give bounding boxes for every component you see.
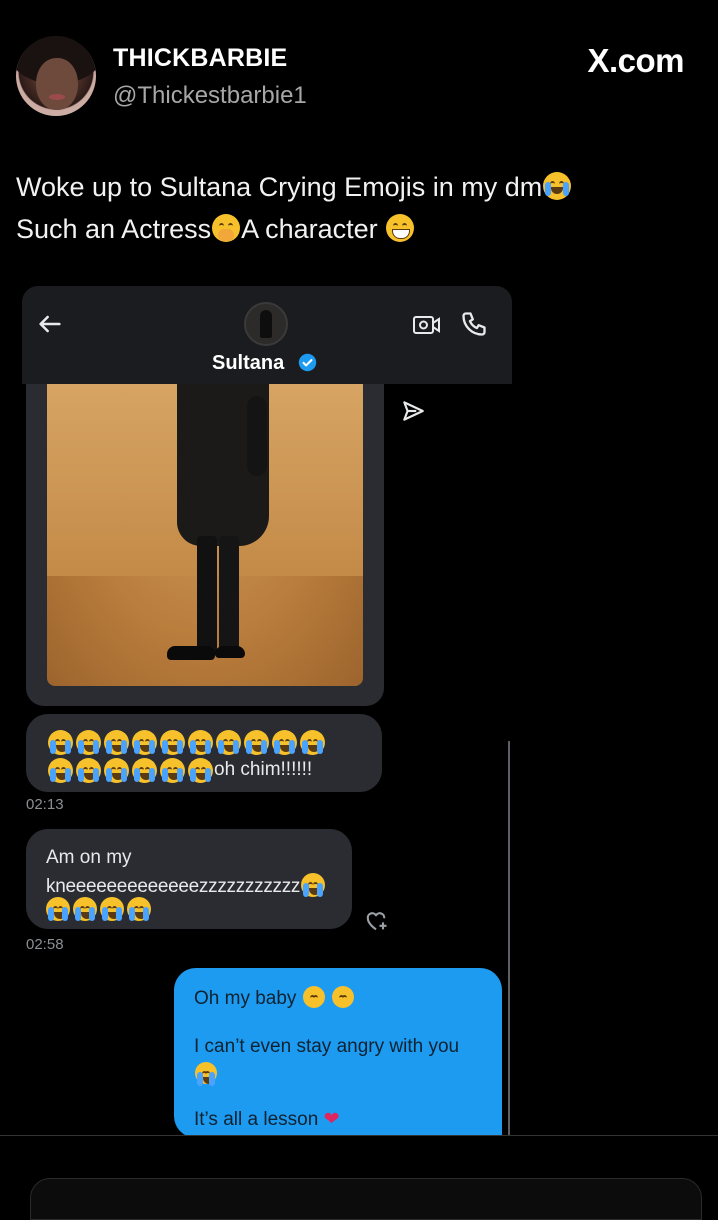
- verified-badge-icon: [298, 353, 317, 372]
- message-text: Am on my: [46, 847, 132, 868]
- phone-icon[interactable]: [460, 310, 488, 338]
- user-handle[interactable]: @Thickestbarbie1: [113, 82, 307, 110]
- contact-avatar[interactable]: [244, 302, 288, 346]
- crying-emoji-icon: [73, 897, 97, 921]
- red-heart-emoji-icon: ❤: [323, 1109, 340, 1130]
- crying-emoji-icon: [76, 730, 101, 755]
- video-call-icon[interactable]: [412, 312, 442, 338]
- crying-emoji-icon: [132, 758, 157, 783]
- bottom-bar: [30, 1178, 702, 1220]
- crying-emoji-icon: [216, 730, 241, 755]
- crying-emoji-icon: [104, 758, 129, 783]
- message-text: I can’t even stay angry with you: [194, 1036, 459, 1086]
- pleading-face-emoji-icon: [332, 986, 354, 1008]
- message-timestamp: 02:13: [26, 796, 64, 813]
- profile-avatar[interactable]: [16, 36, 96, 116]
- crying-emoji-icon: [300, 730, 325, 755]
- message-timestamp: 02:58: [26, 936, 64, 953]
- send-icon[interactable]: [400, 398, 426, 424]
- display-name[interactable]: THICKBARBIE: [113, 44, 287, 73]
- crying-emoji-icon: [127, 897, 151, 921]
- crying-emoji-row: [48, 730, 325, 755]
- crying-emoji-row: [48, 758, 213, 783]
- crying-emoji-icon: [104, 730, 129, 755]
- crying-emoji-icon: [160, 758, 185, 783]
- crying-emoji-row: [46, 897, 151, 921]
- crying-emoji-icon: [244, 730, 269, 755]
- dm-screenshot: Sultana oh chim!!!!!! 02:13 Am on my kne…: [22, 286, 512, 1136]
- crying-emoji-icon: [132, 730, 157, 755]
- message-text: oh chim!!!!!!: [214, 759, 313, 780]
- crying-emoji-icon: [76, 758, 101, 783]
- post-text-line2a: Such an Actress: [16, 214, 212, 244]
- photo[interactable]: [47, 376, 363, 686]
- crying-emoji-icon: [48, 758, 73, 783]
- crying-emoji-icon: [48, 730, 73, 755]
- post-text: Woke up to Sultana Crying Emojis in my d…: [16, 166, 696, 250]
- message-knees[interactable]: Am on my kneeeeeeeeeeeeezzzzzzzzzzz: [26, 829, 352, 929]
- crying-emoji-icon: [100, 897, 124, 921]
- crying-emoji-icon: [160, 730, 185, 755]
- message-emojis[interactable]: oh chim!!!!!!: [26, 714, 382, 792]
- divider: [0, 1135, 718, 1136]
- message-text: kneeeeeeeeeeeeezzzzzzzzzzz: [46, 873, 326, 898]
- add-reaction-icon[interactable]: [362, 906, 390, 934]
- message-text-line: Oh my baby: [194, 988, 297, 1009]
- brand-watermark: X.com: [587, 42, 684, 79]
- message-text: Oh my baby: [194, 986, 355, 1010]
- message-text-line: I can’t even stay angry with you: [194, 1036, 460, 1057]
- hand-over-mouth-emoji-icon: [212, 214, 241, 242]
- crying-emoji-icon: [188, 758, 213, 783]
- post-text-line1: Woke up to Sultana Crying Emojis in my d…: [16, 172, 543, 202]
- crying-emoji-icon: [272, 730, 297, 755]
- contact-name[interactable]: Sultana: [212, 352, 284, 375]
- post-text-line2b: A character: [241, 214, 378, 244]
- sent-message[interactable]: Oh my baby I can’t even stay angry with …: [174, 968, 502, 1136]
- message-text-stretched: kneeeeeeeeeeeeezzzzzzzzzzz: [46, 876, 301, 897]
- grinning-emoji-icon: [386, 214, 415, 242]
- pleading-face-emoji-icon: [302, 986, 325, 1008]
- message-text-line: It’s all a lesson: [194, 1109, 319, 1130]
- crying-emoji-icon: [301, 873, 326, 897]
- arrow-left-icon[interactable]: [36, 310, 64, 338]
- rolling-laughing-emoji-icon: [543, 172, 572, 200]
- dm-header: Sultana: [22, 286, 512, 384]
- crying-emoji-icon: [188, 730, 213, 755]
- scrollbar[interactable]: [508, 741, 510, 1136]
- crying-emoji-icon: [46, 897, 70, 921]
- tears-of-joy-emoji-icon: [195, 1062, 217, 1086]
- image-message[interactable]: [26, 376, 384, 706]
- message-text: It’s all a lesson ❤: [194, 1108, 339, 1131]
